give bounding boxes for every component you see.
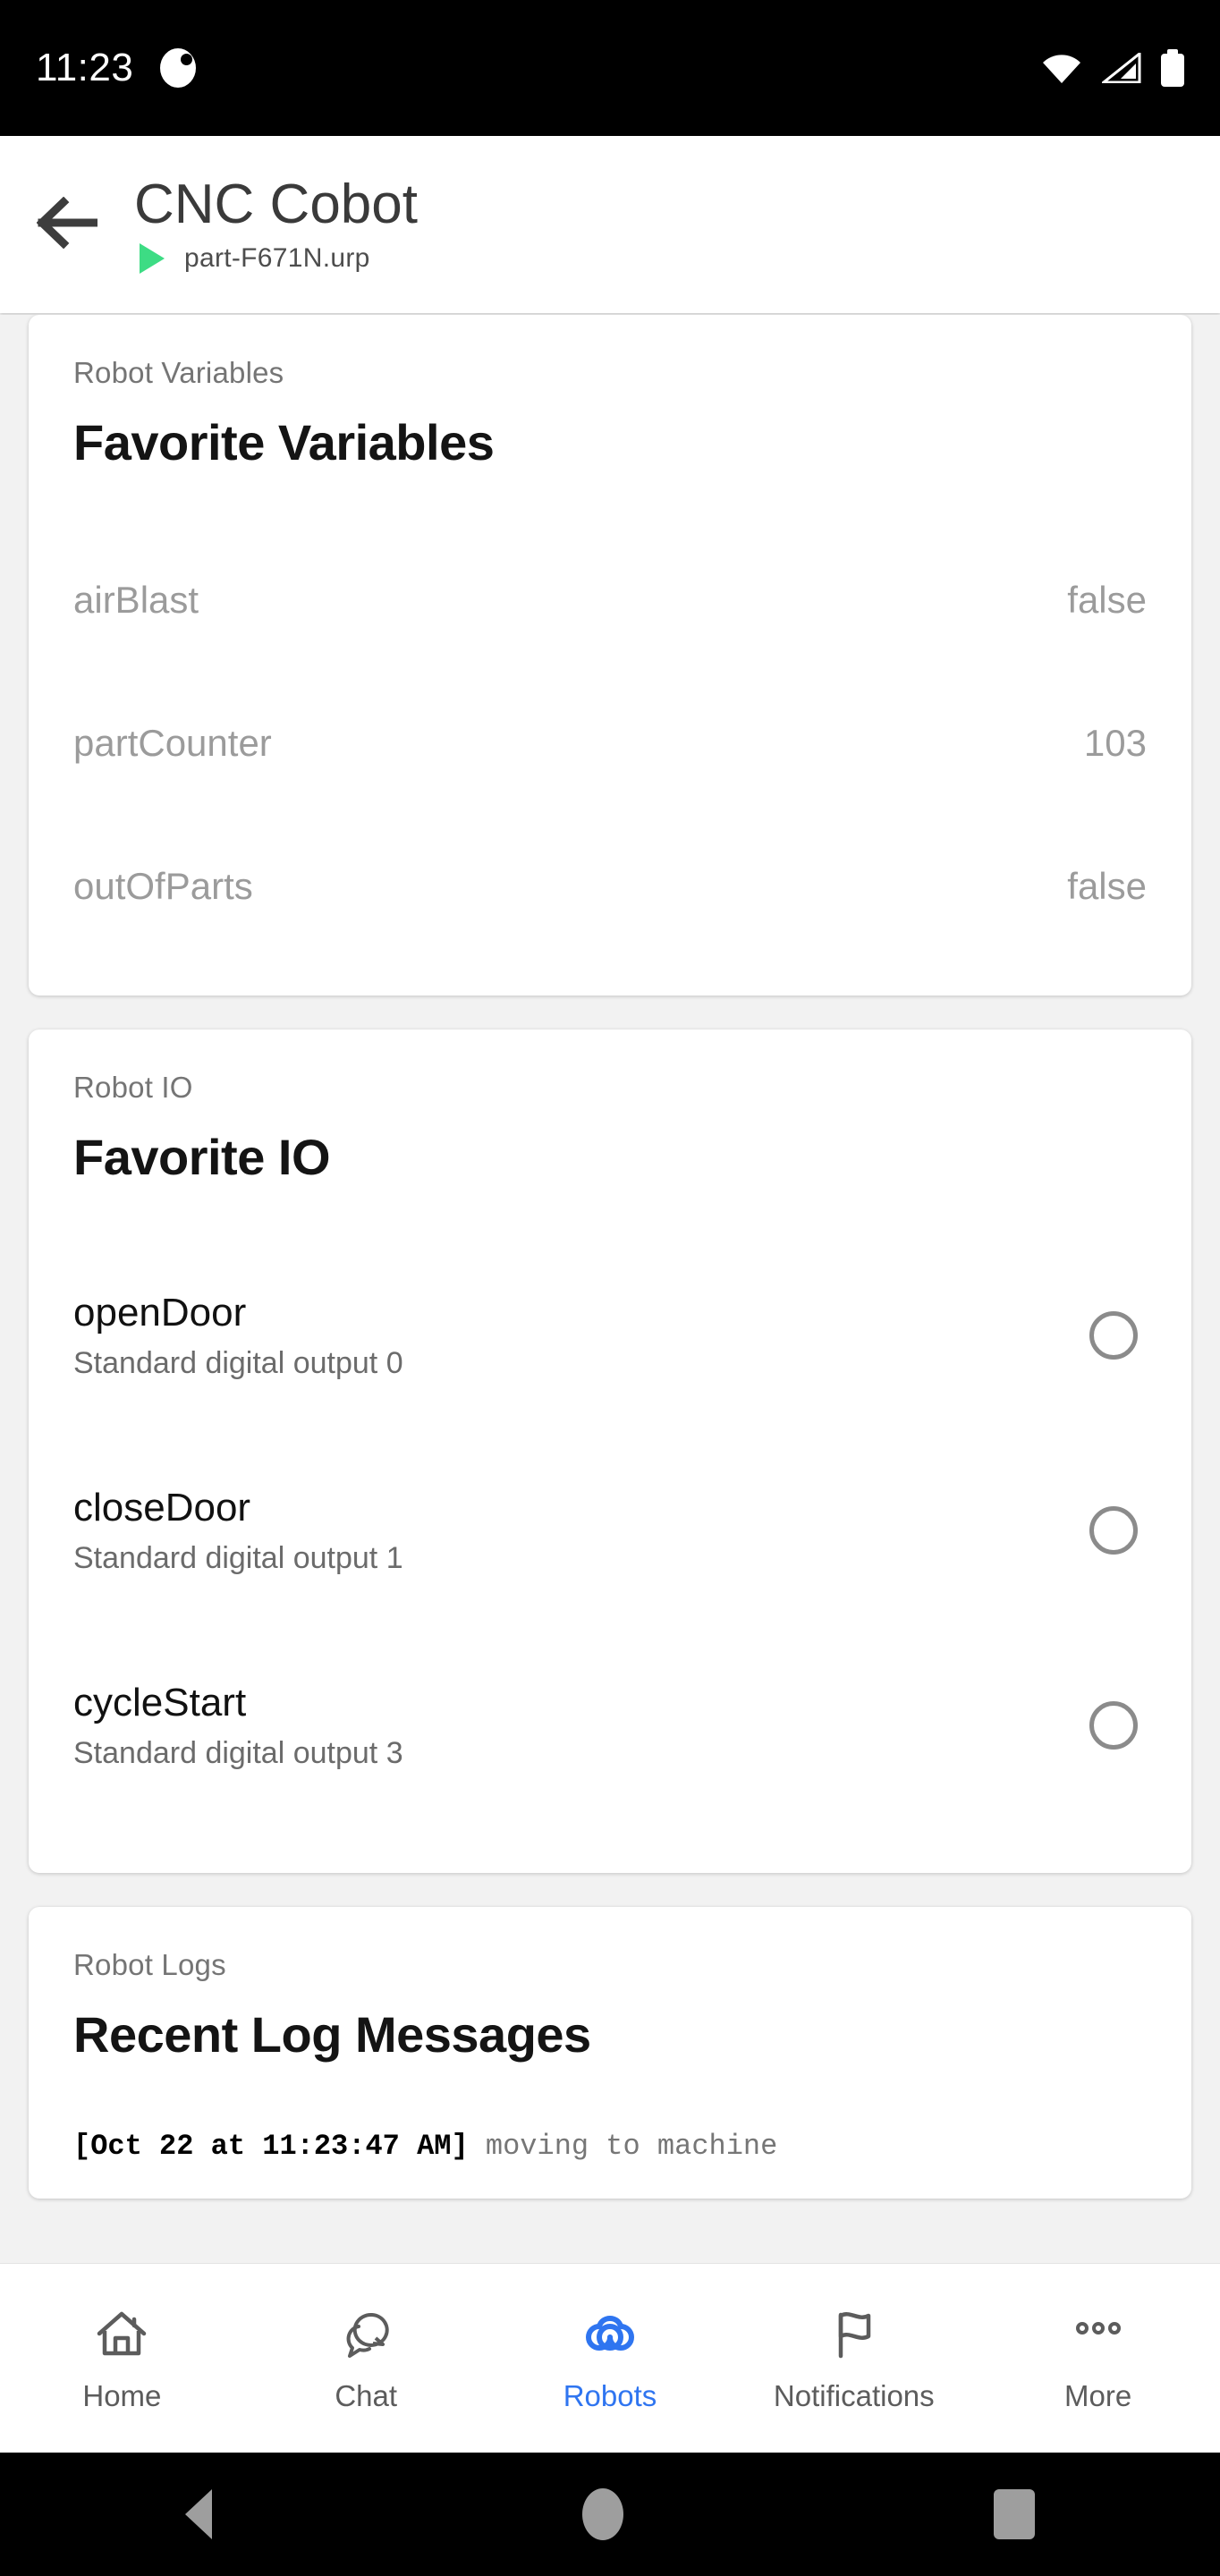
list-item[interactable]: cycleStart Standard digital output 3 [73, 1628, 1147, 1823]
log-list: [Oct 22 at 11:23:47 AM] moving to machin… [73, 2063, 1147, 2199]
log-entry: [Oct 22 at 11:23:47 AM] moving to machin… [73, 2130, 1147, 2163]
io-description: Standard digital output 1 [73, 1540, 403, 1575]
robots-infinity-icon [580, 2304, 640, 2365]
log-timestamp: [Oct 22 at 11:23:47 AM] [73, 2130, 469, 2163]
io-description: Standard digital output 0 [73, 1345, 403, 1380]
table-row[interactable]: partCounter 103 [73, 672, 1147, 815]
variable-value: false [1067, 865, 1147, 907]
card-title: Favorite Variables [73, 414, 495, 470]
status-bar-left: 11:23 [36, 46, 198, 90]
io-name: openDoor [73, 1290, 247, 1335]
android-home-icon[interactable] [582, 2488, 623, 2540]
app-bar-titles: CNC Cobot part-F671N.urp [134, 174, 418, 274]
flag-icon [826, 2304, 882, 2365]
card-eyebrow: Robot Logs [73, 1948, 226, 1981]
wifi-icon [1041, 53, 1082, 83]
io-list: openDoor Standard digital output 0 close… [73, 1186, 1147, 1873]
nav-label: Chat [335, 2378, 398, 2412]
battery-icon [1161, 49, 1184, 87]
card-title: Favorite IO [73, 1129, 331, 1185]
io-name: cycleStart [73, 1680, 247, 1724]
variable-value: 103 [1083, 722, 1147, 764]
io-name: closeDoor [73, 1485, 251, 1530]
list-item[interactable]: closeDoor Standard digital output 1 [73, 1433, 1147, 1628]
program-status-row[interactable]: part-F671N.urp [134, 242, 370, 274]
variables-list: airBlast false partCounter 103 outOfPart… [73, 471, 1147, 996]
nav-item-robots[interactable]: Robots [488, 2304, 733, 2413]
nav-label: Robots [563, 2378, 657, 2412]
app-bar: CNC Cobot part-F671N.urp [0, 136, 1220, 313]
android-system-nav [0, 2453, 1220, 2576]
card-favorite-variables: Robot Variables Favorite Variables airBl… [29, 315, 1191, 996]
nav-item-notifications[interactable]: Notifications [732, 2304, 976, 2413]
scroll-content[interactable]: Robot Variables Favorite Variables airBl… [0, 315, 1220, 2263]
program-name: part-F671N.urp [184, 242, 370, 273]
variable-name: outOfParts [73, 865, 253, 907]
nav-label: Notifications [773, 2378, 935, 2412]
back-button[interactable] [0, 136, 134, 313]
card-eyebrow: Robot IO [73, 1071, 193, 1104]
app-notification-icon [158, 48, 198, 88]
status-bar: 11:23 [0, 0, 1220, 136]
android-recents-icon[interactable] [994, 2489, 1035, 2539]
nav-item-chat[interactable]: Chat [244, 2304, 488, 2413]
status-bar-clock: 11:23 [36, 46, 134, 89]
card-recent-log-messages: Robot Logs Recent Log Messages [Oct 22 a… [29, 1907, 1191, 2199]
variable-name: partCounter [73, 722, 272, 764]
phone-screen: 11:23 CNC Cobot part-F671N.urp Robot Var… [0, 0, 1220, 2576]
cellular-signal-icon [1099, 50, 1141, 84]
home-icon [94, 2304, 149, 2365]
page-title: CNC Cobot [134, 174, 418, 236]
nav-item-more[interactable]: More [976, 2304, 1220, 2413]
io-toggle-circle[interactable] [1089, 1701, 1138, 1750]
nav-label: More [1063, 2378, 1132, 2412]
back-arrow-icon [36, 196, 98, 253]
table-row[interactable]: outOfParts false [73, 815, 1147, 958]
io-toggle-circle[interactable] [1089, 1311, 1138, 1360]
play-icon [140, 242, 165, 274]
variable-value: false [1067, 579, 1147, 621]
card-favorite-io: Robot IO Favorite IO openDoor Standard d… [29, 1030, 1191, 1873]
android-back-icon[interactable] [185, 2489, 212, 2539]
variable-name: airBlast [73, 579, 199, 621]
card-title: Recent Log Messages [73, 2006, 591, 2063]
nav-label: Home [82, 2378, 162, 2412]
log-message: moving to machine [468, 2130, 778, 2163]
bottom-navigation-bar: Home Chat Robots Notifications More [0, 2263, 1220, 2453]
more-dots-icon [1069, 2304, 1128, 2365]
list-item[interactable]: openDoor Standard digital output 0 [73, 1238, 1147, 1433]
io-texts: closeDoor Standard digital output 1 [73, 1486, 403, 1576]
io-texts: cycleStart Standard digital output 3 [73, 1681, 403, 1771]
table-row[interactable]: airBlast false [73, 529, 1147, 672]
chat-bubble-icon [338, 2304, 394, 2365]
io-toggle-circle[interactable] [1089, 1506, 1138, 1555]
nav-item-home[interactable]: Home [0, 2304, 244, 2413]
io-texts: openDoor Standard digital output 0 [73, 1291, 403, 1381]
io-description: Standard digital output 3 [73, 1735, 403, 1770]
card-eyebrow: Robot Variables [73, 356, 284, 389]
status-bar-right [1041, 49, 1184, 87]
